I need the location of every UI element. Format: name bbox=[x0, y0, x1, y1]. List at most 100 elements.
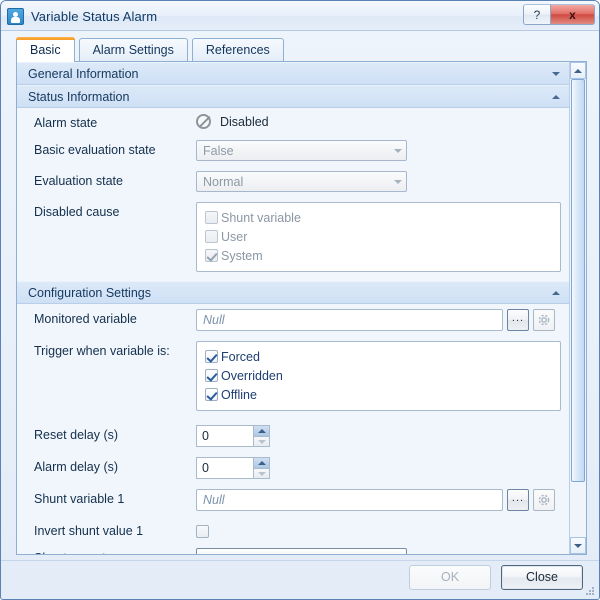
section-title-status-information: Status Information bbox=[28, 89, 130, 104]
label-evaluation-state: Evaluation state bbox=[34, 174, 123, 188]
monitored-variable-input[interactable]: Null bbox=[196, 309, 503, 331]
basic-evaluation-state-select: False bbox=[196, 140, 407, 161]
label-alarm-state: Alarm state bbox=[34, 116, 98, 130]
label-invert-shunt-value-1: Invert shunt value 1 bbox=[34, 524, 144, 538]
label-shunt-operator: Shunt operator bbox=[34, 548, 196, 554]
section-header-status-information[interactable]: Status Information bbox=[17, 85, 569, 108]
row-alarm-delay: Alarm delay (s) 0 bbox=[17, 452, 569, 484]
content-pane: General Information Status Information A… bbox=[16, 61, 587, 555]
title-bar: Variable Status Alarm ? x bbox=[1, 1, 599, 31]
checkbox-row-forced[interactable]: Forced bbox=[205, 347, 554, 366]
ok-button[interactable]: OK bbox=[409, 564, 491, 590]
checkbox-invert-shunt-value-1[interactable] bbox=[196, 525, 209, 538]
row-invert-shunt-value-1: Invert shunt value 1 bbox=[17, 516, 569, 543]
reset-delay-increment-icon[interactable] bbox=[253, 425, 270, 436]
vertical-scrollbar[interactable] bbox=[569, 62, 586, 554]
checkbox-system bbox=[205, 249, 218, 262]
scrollbar-thumb[interactable] bbox=[571, 79, 585, 483]
chevron-down-icon bbox=[389, 141, 406, 160]
tab-basic[interactable]: Basic bbox=[16, 37, 75, 62]
tab-strip: Basic Alarm Settings References bbox=[1, 37, 599, 62]
scroll-up-icon[interactable] bbox=[570, 62, 586, 79]
label-reset-delay: Reset delay (s) bbox=[34, 428, 119, 442]
trigger-options-group: Forced Overridden Offline bbox=[196, 341, 561, 411]
checkbox-row-user: User bbox=[205, 227, 554, 246]
resize-grip[interactable] bbox=[584, 585, 596, 597]
reset-delay-stepper[interactable]: 0 bbox=[196, 425, 270, 447]
monitored-variable-browse-button[interactable]: ... bbox=[507, 309, 529, 331]
row-basic-evaluation-state: Basic evaluation state False bbox=[17, 135, 569, 166]
chevron-up-icon[interactable] bbox=[549, 286, 563, 300]
monitored-variable-settings-button bbox=[533, 309, 555, 331]
value-alarm-state: Disabled bbox=[220, 114, 269, 129]
section-title-configuration-settings: Configuration Settings bbox=[28, 285, 151, 300]
configuration-settings-body: Monitored variable Null ... Trigger when… bbox=[17, 304, 569, 554]
label-monitored-variable: Monitored variable bbox=[34, 312, 137, 326]
basic-evaluation-state-value: False bbox=[203, 143, 234, 158]
row-shunt-operator: Shunt operator AND bbox=[17, 543, 569, 554]
window-controls: ? x bbox=[523, 4, 595, 25]
checkbox-row-system: System bbox=[205, 246, 554, 265]
checkbox-label-offline: Offline bbox=[221, 387, 257, 402]
checkbox-row-overridden[interactable]: Overridden bbox=[205, 366, 554, 385]
checkbox-shunt-variable bbox=[205, 211, 218, 224]
window-title: Variable Status Alarm bbox=[31, 8, 158, 24]
close-window-button[interactable]: x bbox=[551, 4, 595, 25]
checkbox-overridden[interactable] bbox=[205, 369, 218, 382]
section-header-configuration-settings[interactable]: Configuration Settings bbox=[17, 281, 569, 304]
alarm-delay-input[interactable]: 0 bbox=[196, 457, 253, 479]
row-disabled-cause: Disabled cause Shunt variable User Syste… bbox=[17, 197, 569, 281]
row-trigger-when-variable-is: Trigger when variable is: Forced Overrid… bbox=[17, 336, 569, 420]
row-shunt-variable-1: Shunt variable 1 Null ... bbox=[17, 484, 569, 516]
scroll-area: General Information Status Information A… bbox=[17, 62, 569, 554]
section-title-general-information: General Information bbox=[28, 66, 139, 81]
checkbox-forced[interactable] bbox=[205, 350, 218, 363]
alarm-delay-stepper[interactable]: 0 bbox=[196, 457, 270, 479]
label-trigger-when-variable-is: Trigger when variable is: bbox=[34, 344, 170, 358]
checkbox-row-offline[interactable]: Offline bbox=[205, 385, 554, 404]
checkbox-offline[interactable] bbox=[205, 388, 218, 401]
row-reset-delay: Reset delay (s) 0 bbox=[17, 420, 569, 452]
monitored-variable-value: Null bbox=[203, 313, 225, 327]
label-basic-evaluation-state: Basic evaluation state bbox=[34, 143, 156, 157]
no-entry-icon bbox=[196, 114, 211, 129]
label-alarm-delay: Alarm delay (s) bbox=[34, 460, 119, 474]
chevron-down-icon[interactable] bbox=[389, 549, 406, 554]
label-shunt-variable-1: Shunt variable 1 bbox=[34, 492, 125, 506]
scrollbar-track[interactable] bbox=[570, 79, 586, 537]
reset-delay-input[interactable]: 0 bbox=[196, 425, 253, 447]
checkbox-label-shunt-variable: Shunt variable bbox=[221, 210, 301, 225]
dialog-window: Variable Status Alarm ? x Basic Alarm Se… bbox=[0, 0, 600, 600]
shunt-variable-1-value: Null bbox=[203, 493, 225, 507]
dialog-footer: OK Close bbox=[1, 555, 599, 599]
evaluation-state-value: Normal bbox=[203, 174, 244, 189]
disabled-cause-group: Shunt variable User System bbox=[196, 202, 561, 272]
checkbox-label-overridden: Overridden bbox=[221, 368, 283, 383]
row-alarm-state: Alarm state Disabled bbox=[17, 108, 569, 135]
checkbox-user bbox=[205, 230, 218, 243]
close-button[interactable]: Close bbox=[501, 564, 583, 590]
shunt-variable-1-input[interactable]: Null bbox=[196, 489, 503, 511]
row-evaluation-state: Evaluation state Normal bbox=[17, 166, 569, 197]
alarm-delay-decrement-icon[interactable] bbox=[253, 468, 270, 479]
reset-delay-decrement-icon[interactable] bbox=[253, 436, 270, 447]
shunt-variable-1-browse-button[interactable]: ... bbox=[507, 489, 529, 511]
checkbox-row-shunt-variable: Shunt variable bbox=[205, 208, 554, 227]
chevron-down-icon bbox=[389, 172, 406, 191]
chevron-up-icon[interactable] bbox=[549, 90, 563, 104]
shunt-operator-select[interactable]: AND bbox=[196, 548, 407, 554]
section-header-general-information[interactable]: General Information bbox=[17, 62, 569, 85]
tab-references[interactable]: References bbox=[191, 38, 284, 61]
shunt-operator-value: AND bbox=[203, 552, 389, 555]
checkbox-label-forced: Forced bbox=[221, 349, 260, 364]
tab-alarm-settings[interactable]: Alarm Settings bbox=[78, 38, 188, 61]
checkbox-label-system: System bbox=[221, 248, 263, 263]
chevron-down-icon[interactable] bbox=[549, 67, 563, 81]
status-information-body: Alarm state Disabled Basic evaluation st… bbox=[17, 108, 569, 281]
shunt-variable-1-settings-button bbox=[533, 489, 555, 511]
scroll-down-icon[interactable] bbox=[570, 537, 586, 554]
help-button[interactable]: ? bbox=[523, 4, 551, 25]
checkbox-label-user: User bbox=[221, 229, 248, 244]
alarm-delay-increment-icon[interactable] bbox=[253, 457, 270, 468]
evaluation-state-select: Normal bbox=[196, 171, 407, 192]
